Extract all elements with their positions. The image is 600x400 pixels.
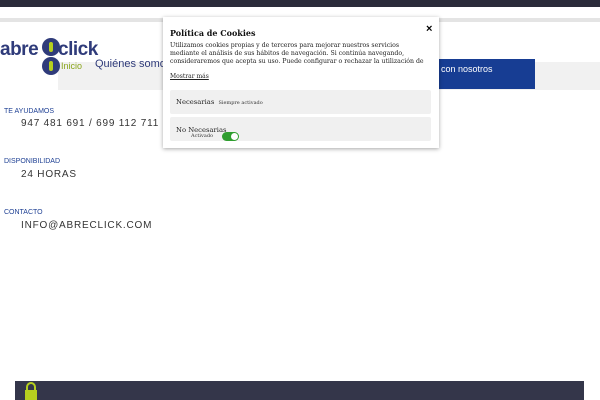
cookie-category-non-necessary[interactable]: No Necesarias Activado: [170, 117, 431, 141]
show-more-link[interactable]: Mostrar más: [170, 73, 209, 80]
help-label: TE AYUDAMOS: [4, 108, 55, 115]
page: con nosotros abre click Inicio Quiénes s…: [0, 0, 600, 400]
footer-bar: [15, 381, 584, 400]
toggle-knob: [231, 133, 238, 140]
nav-contact-button[interactable]: con nosotros: [433, 59, 535, 89]
phone-numbers[interactable]: 947 481 691 / 699 112 711: [21, 118, 159, 129]
logo-text-abre: abre: [0, 39, 39, 60]
nav-item-inicio[interactable]: Inicio: [61, 61, 82, 71]
lock-icon: [25, 382, 37, 400]
availability-label: DISPONIBILIDAD: [4, 158, 61, 165]
cookie-category-necessary[interactable]: Necesarias Siempre activado: [170, 90, 431, 114]
contact-email[interactable]: INFO@ABRECLICK.COM: [21, 220, 152, 231]
cookie-modal-body: Utilizamos cookies propias y de terceros…: [170, 42, 424, 65]
category-label: Necesarias: [176, 98, 215, 106]
availability-value: 24 HORAS: [21, 169, 77, 180]
category-status: Siempre activado: [218, 100, 263, 106]
top-bar: [0, 0, 600, 7]
contact-label: CONTACTO: [4, 209, 43, 216]
non-necessary-toggle[interactable]: [222, 132, 239, 141]
logo-text-click: click: [58, 39, 98, 60]
category-status: Activado: [191, 133, 214, 139]
close-icon[interactable]: ×: [426, 23, 432, 35]
cookie-modal: × Política de Cookies Utilizamos cookies…: [163, 17, 439, 148]
cookie-modal-title: Política de Cookies: [170, 28, 256, 38]
site-logo[interactable]: abre click: [0, 32, 110, 76]
nav-item-quienes-somos[interactable]: Quiénes somos: [95, 58, 171, 70]
